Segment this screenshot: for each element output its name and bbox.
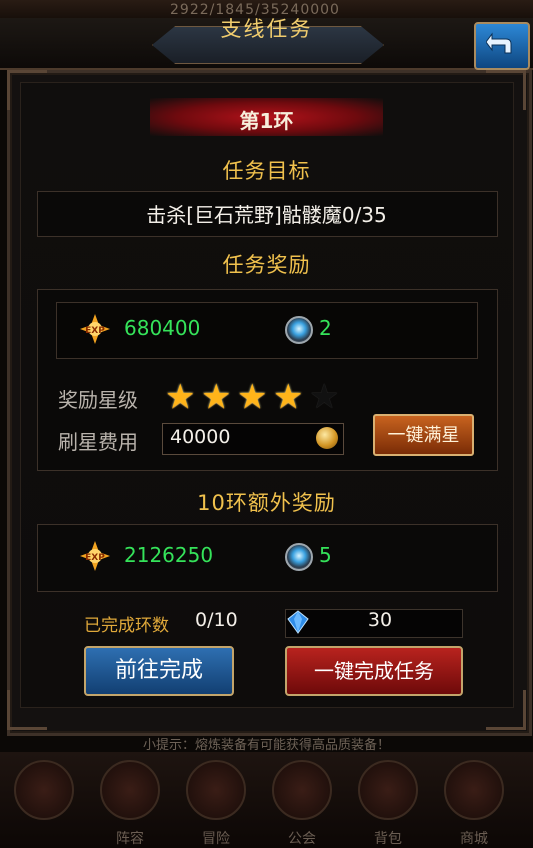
page-title: 支线任务	[220, 17, 313, 41]
objective-text: 击杀[巨石荒野]骷髅魔0/35	[146, 203, 387, 227]
exp-icon: EXP	[80, 541, 110, 571]
tip-text: 小提示：熔炼装备有可能获得高品质装备！	[142, 738, 390, 753]
exp-icon: EXP	[80, 314, 110, 344]
refresh-cost-label: 刷星费用	[58, 430, 138, 454]
reward-gem-value: 2	[319, 316, 332, 340]
max-star-button[interactable]: 一键满星	[373, 414, 474, 456]
bonus-title: 10环额外奖励	[197, 491, 336, 515]
nav-label: 冒险	[202, 831, 230, 847]
svg-text:EXP: EXP	[85, 553, 105, 563]
frame-corner	[7, 690, 47, 730]
gem-icon	[285, 316, 313, 344]
back-arrow-icon	[486, 32, 512, 54]
svg-text:EXP: EXP	[85, 326, 105, 336]
guild-icon	[272, 760, 332, 820]
instant-complete-button[interactable]: 一键完成任务	[285, 646, 463, 696]
star-icon: ★	[201, 377, 232, 417]
gem-icon	[285, 543, 313, 571]
diamond-cost-value: 30	[367, 609, 393, 631]
nav-item[interactable]: 公会	[266, 756, 338, 847]
nav-item[interactable]	[8, 756, 80, 846]
ring-label: 第1环	[239, 109, 294, 133]
nav-item[interactable]: 冒险	[180, 756, 252, 847]
nav-label: 公会	[288, 831, 316, 847]
reward-items-box	[56, 302, 478, 359]
objective-title: 任务目标	[222, 159, 311, 183]
completed-rings-label: 已完成环数	[84, 616, 169, 636]
reward-exp-value: 680400	[124, 316, 201, 340]
nav-label: 商城	[460, 831, 488, 847]
frame-corner	[486, 70, 526, 110]
chest-icon	[444, 760, 504, 820]
star-icon: ★	[309, 377, 340, 417]
gold-coin-icon	[316, 427, 338, 449]
bonus-exp-value: 2126250	[124, 543, 214, 567]
frame-corner	[7, 70, 47, 110]
backpack-icon	[358, 760, 418, 820]
bonus-gem-value: 5	[319, 543, 332, 567]
star-icon: ★	[237, 377, 268, 417]
nav-item[interactable]: 背包	[352, 756, 424, 847]
nav-item[interactable]: 阵容	[94, 756, 166, 847]
nav-label: 阵容	[116, 831, 144, 847]
nav-label: 背包	[374, 831, 402, 847]
shield-icon	[14, 760, 74, 820]
star-icon: ★	[165, 377, 196, 417]
star-icon: ★	[273, 377, 304, 417]
star-level-label: 奖励星级	[58, 388, 138, 412]
refresh-cost-value: 40000	[170, 426, 231, 448]
frame-corner	[486, 690, 526, 730]
demon-icon	[186, 760, 246, 820]
completed-rings-value: 0/10	[195, 609, 238, 631]
back-button[interactable]	[474, 22, 530, 70]
go-complete-button[interactable]: 前往完成	[84, 646, 234, 696]
diamond-icon	[287, 610, 309, 634]
helmet-icon	[100, 760, 160, 820]
nav-item[interactable]: 商城	[438, 756, 510, 847]
reward-title: 任务奖励	[222, 253, 311, 277]
